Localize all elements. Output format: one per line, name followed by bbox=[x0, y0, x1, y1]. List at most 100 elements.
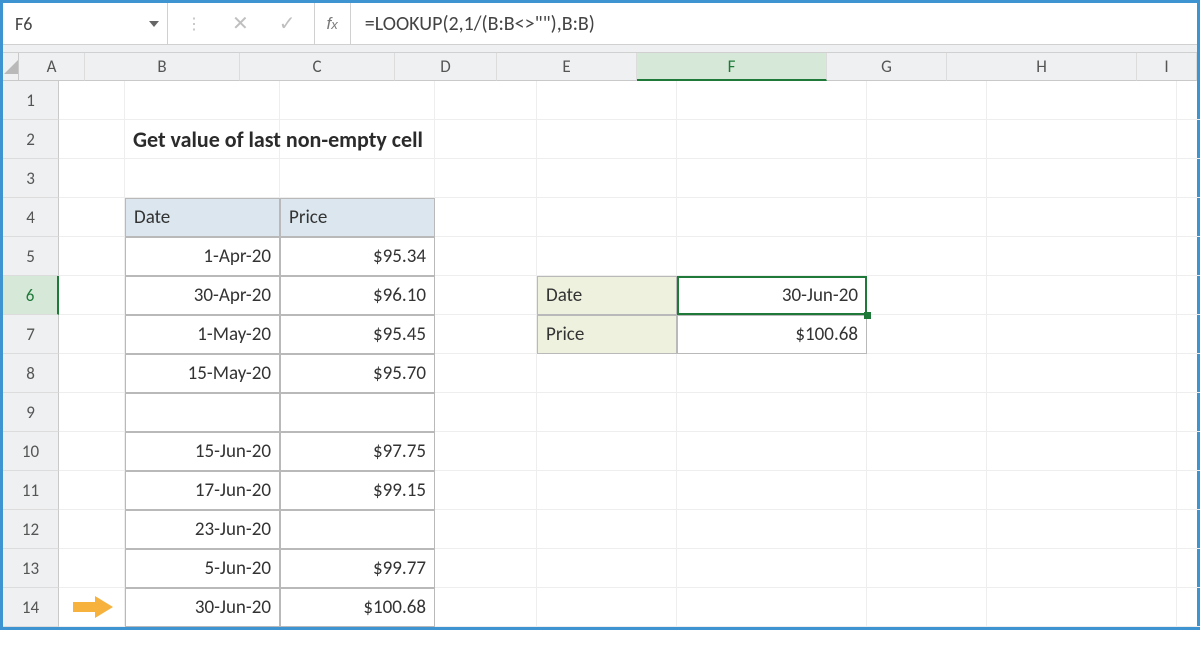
cancel-icon[interactable]: ✕ bbox=[232, 11, 249, 36]
cell[interactable] bbox=[987, 354, 1177, 393]
table-cell-price[interactable]: $95.45 bbox=[280, 315, 435, 354]
cell[interactable] bbox=[677, 354, 867, 393]
cell[interactable] bbox=[987, 510, 1177, 549]
cell[interactable] bbox=[280, 81, 435, 120]
cell[interactable] bbox=[537, 510, 677, 549]
cell[interactable] bbox=[435, 159, 537, 198]
cell[interactable] bbox=[987, 471, 1177, 510]
row-header-3[interactable]: 3 bbox=[3, 159, 59, 198]
table-cell-date[interactable]: 30-Jun-20 bbox=[125, 588, 280, 627]
table-cell-date[interactable] bbox=[125, 393, 280, 432]
cell[interactable] bbox=[1177, 393, 1200, 432]
cell[interactable] bbox=[987, 315, 1177, 354]
cell[interactable] bbox=[1177, 471, 1200, 510]
cell[interactable] bbox=[987, 276, 1177, 315]
cell[interactable] bbox=[1177, 432, 1200, 471]
table-cell-date[interactable]: 17-Jun-20 bbox=[125, 471, 280, 510]
cell[interactable] bbox=[537, 120, 677, 159]
cell[interactable] bbox=[537, 159, 677, 198]
row-header-7[interactable]: 7 bbox=[3, 315, 59, 354]
lookup-label-date[interactable]: Date bbox=[537, 276, 677, 315]
cell[interactable] bbox=[125, 81, 280, 120]
fx-button[interactable]: fx bbox=[315, 3, 351, 44]
cell[interactable] bbox=[867, 510, 987, 549]
cell[interactable] bbox=[1177, 510, 1200, 549]
table-cell-date[interactable]: 1-Apr-20 bbox=[125, 237, 280, 276]
cell[interactable] bbox=[987, 393, 1177, 432]
cell[interactable] bbox=[867, 315, 987, 354]
cell[interactable] bbox=[1177, 120, 1200, 159]
cell[interactable] bbox=[59, 120, 125, 159]
select-all-corner[interactable] bbox=[3, 53, 19, 81]
cell[interactable] bbox=[867, 432, 987, 471]
cell[interactable] bbox=[867, 81, 987, 120]
cell[interactable] bbox=[987, 198, 1177, 237]
cells-area[interactable]: Get value of last non-empty cell Date bbox=[59, 81, 1200, 655]
col-header-D[interactable]: D bbox=[395, 53, 497, 81]
cell[interactable] bbox=[537, 549, 677, 588]
cell[interactable] bbox=[59, 432, 125, 471]
lookup-value-price[interactable]: $100.68 bbox=[677, 315, 867, 354]
cell[interactable] bbox=[1177, 315, 1200, 354]
cell[interactable] bbox=[677, 120, 867, 159]
cell[interactable] bbox=[435, 588, 537, 627]
table-cell-date[interactable]: 1-May-20 bbox=[125, 315, 280, 354]
col-header-I[interactable]: I bbox=[1137, 53, 1197, 81]
cell[interactable] bbox=[537, 432, 677, 471]
enter-icon[interactable]: ✓ bbox=[279, 11, 296, 36]
table-cell-price[interactable] bbox=[280, 510, 435, 549]
row-header-9[interactable]: 9 bbox=[3, 393, 59, 432]
cell[interactable] bbox=[59, 588, 125, 627]
cell[interactable] bbox=[987, 549, 1177, 588]
cell[interactable] bbox=[537, 237, 677, 276]
cell[interactable] bbox=[435, 237, 537, 276]
table-cell-date[interactable]: 15-May-20 bbox=[125, 354, 280, 393]
cell[interactable] bbox=[677, 393, 867, 432]
cell[interactable] bbox=[677, 549, 867, 588]
cell[interactable] bbox=[435, 276, 537, 315]
cell[interactable] bbox=[435, 81, 537, 120]
cell[interactable] bbox=[677, 198, 867, 237]
cell[interactable] bbox=[867, 120, 987, 159]
cell[interactable] bbox=[435, 198, 537, 237]
cell[interactable] bbox=[1177, 81, 1200, 120]
cell[interactable] bbox=[867, 198, 987, 237]
table-cell-price[interactable]: $99.15 bbox=[280, 471, 435, 510]
row-header-10[interactable]: 10 bbox=[3, 432, 59, 471]
table-header-date[interactable]: Date bbox=[125, 198, 280, 237]
cell[interactable] bbox=[987, 432, 1177, 471]
cell[interactable] bbox=[867, 588, 987, 627]
row-header-13[interactable]: 13 bbox=[3, 549, 59, 588]
row-header-11[interactable]: 11 bbox=[3, 471, 59, 510]
cell[interactable] bbox=[677, 81, 867, 120]
cell[interactable] bbox=[1177, 237, 1200, 276]
cell[interactable] bbox=[987, 588, 1177, 627]
row-header-12[interactable]: 12 bbox=[3, 510, 59, 549]
cell[interactable] bbox=[59, 315, 125, 354]
table-cell-price[interactable]: $95.70 bbox=[280, 354, 435, 393]
cell[interactable] bbox=[59, 510, 125, 549]
cell[interactable] bbox=[59, 354, 125, 393]
cell[interactable] bbox=[1177, 354, 1200, 393]
cell[interactable] bbox=[125, 159, 280, 198]
table-cell-date[interactable]: 5-Jun-20 bbox=[125, 549, 280, 588]
col-header-F[interactable]: F bbox=[637, 53, 827, 81]
col-header-C[interactable]: C bbox=[240, 53, 395, 81]
row-header-8[interactable]: 8 bbox=[3, 354, 59, 393]
cell[interactable] bbox=[59, 159, 125, 198]
cell[interactable] bbox=[1177, 276, 1200, 315]
cell[interactable] bbox=[435, 510, 537, 549]
table-cell-price[interactable] bbox=[280, 393, 435, 432]
table-cell-price[interactable]: $100.68 bbox=[280, 588, 435, 627]
formula-input[interactable]: =LOOKUP(2,1/(B:B<>""),B:B) bbox=[351, 3, 1197, 44]
cell[interactable] bbox=[867, 237, 987, 276]
row-header-5[interactable]: 5 bbox=[3, 237, 59, 276]
cell[interactable] bbox=[59, 81, 125, 120]
cell[interactable] bbox=[677, 471, 867, 510]
cell[interactable] bbox=[867, 276, 987, 315]
lookup-value-date[interactable]: 30-Jun-20 bbox=[677, 276, 867, 315]
cell[interactable] bbox=[1177, 588, 1200, 627]
cell[interactable] bbox=[677, 588, 867, 627]
col-header-G[interactable]: G bbox=[827, 53, 947, 81]
cell[interactable] bbox=[1177, 159, 1200, 198]
